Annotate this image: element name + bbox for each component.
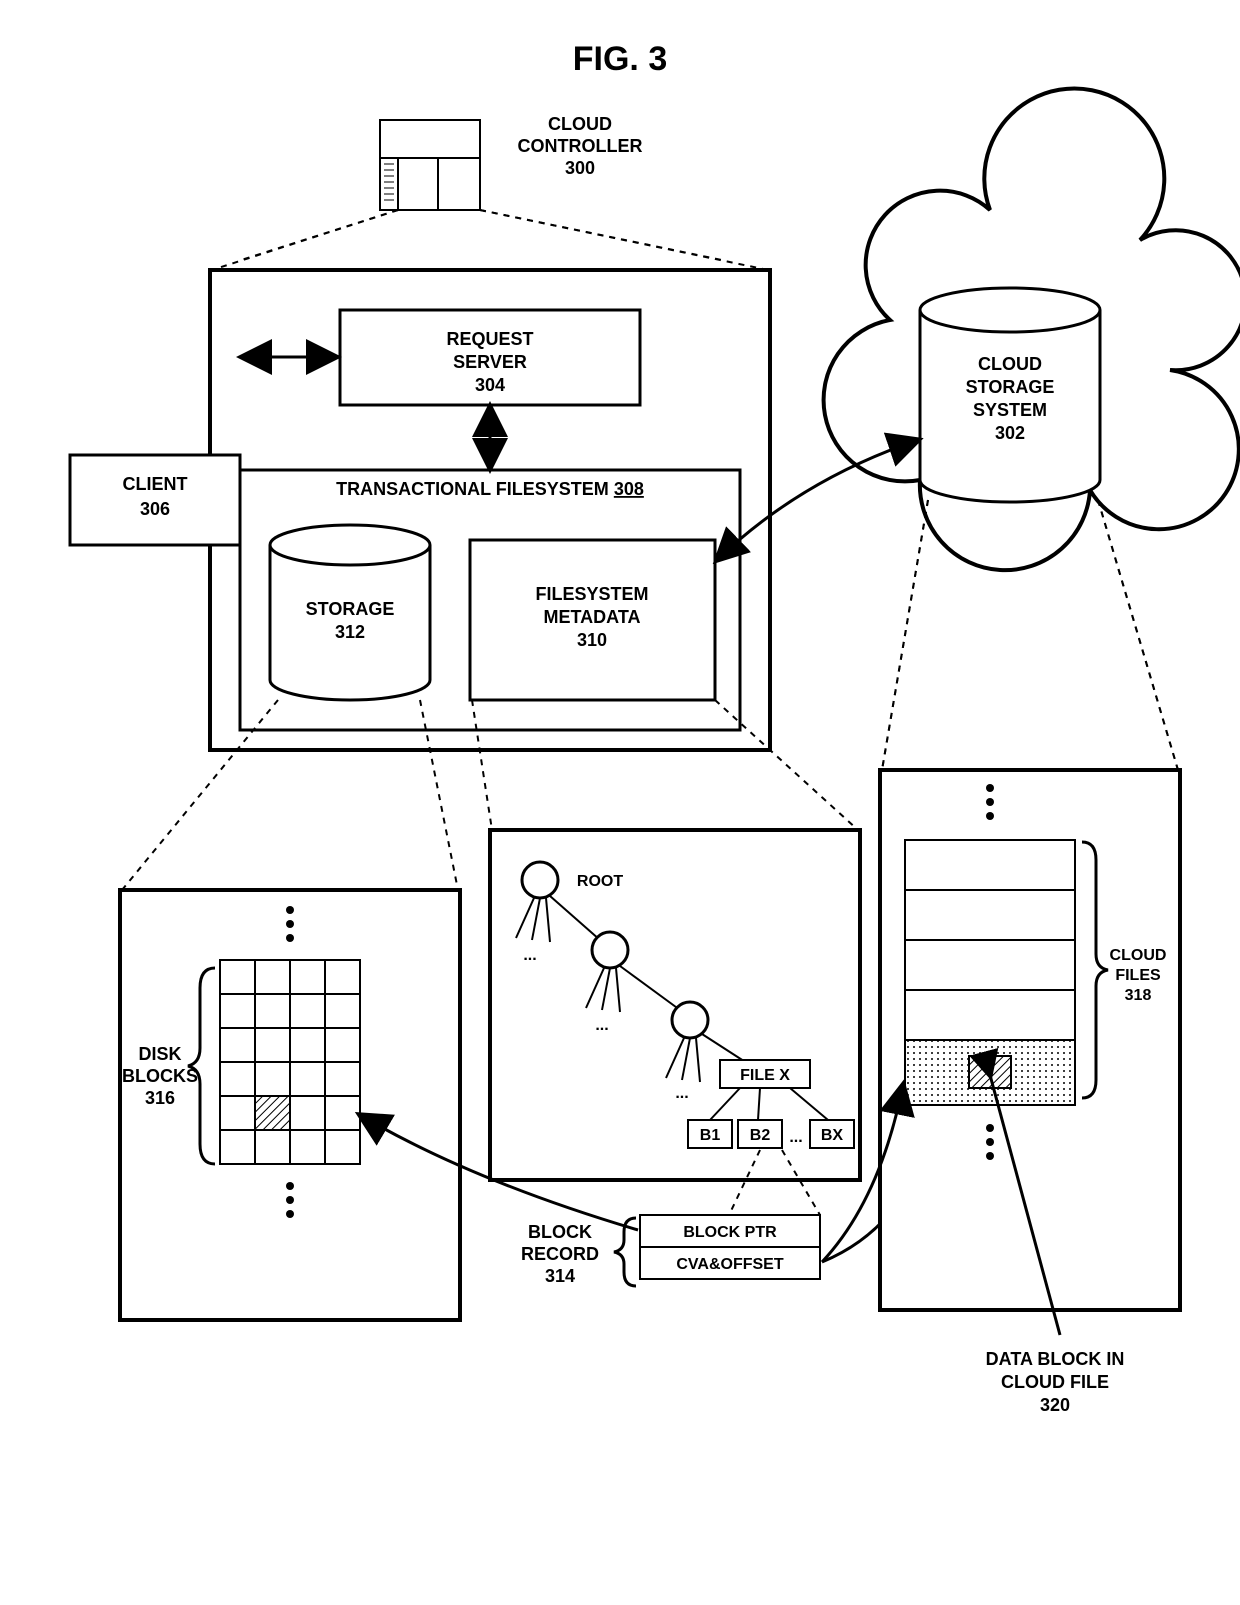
svg-text:STORAGE: STORAGE [306,599,395,619]
svg-text:306: 306 [140,499,170,519]
svg-text:316: 316 [145,1088,175,1108]
svg-text:310: 310 [577,630,607,650]
svg-text:FILESYSTEM: FILESYSTEM [535,584,648,604]
svg-text:SYSTEM: SYSTEM [973,400,1047,420]
svg-text:FILE X: FILE X [740,1067,790,1084]
svg-text:B2: B2 [750,1127,771,1144]
block-record: BLOCK PTR CVA&OFFSET [640,1215,820,1279]
svg-text:312: 312 [335,622,365,642]
cloud-controller-icon [380,120,480,210]
svg-text:...: ... [523,947,536,964]
svg-text:314: 314 [545,1266,575,1286]
svg-text:B1: B1 [700,1127,721,1144]
controller-title1: CLOUD [548,114,612,134]
svg-text:304: 304 [475,375,505,395]
svg-text:BX: BX [821,1127,844,1144]
svg-text:...: ... [789,1129,802,1146]
svg-text:...: ... [675,1085,688,1102]
svg-text:REQUEST: REQUEST [446,329,533,349]
svg-text:STORAGE: STORAGE [966,377,1055,397]
svg-text:DISK: DISK [138,1044,181,1064]
svg-text:TRANSACTIONAL FILESYSTEM 308: TRANSACTIONAL FILESYSTEM 308 [336,479,644,499]
svg-text:...: ... [595,1017,608,1034]
svg-text:CLIENT: CLIENT [123,474,188,494]
svg-text:CLOUD: CLOUD [1110,947,1167,964]
controller-num: 300 [565,158,595,178]
svg-text:320: 320 [1040,1395,1070,1415]
svg-text:ROOT: ROOT [577,873,623,890]
figure-title: FIG. 3 [573,40,667,78]
svg-text:SERVER: SERVER [453,352,527,372]
svg-text:CLOUD FILE: CLOUD FILE [1001,1372,1109,1392]
svg-text:RECORD: RECORD [521,1244,599,1264]
svg-text:METADATA: METADATA [544,607,641,627]
svg-text:FILES: FILES [1115,967,1161,984]
svg-text:DATA BLOCK IN: DATA BLOCK IN [986,1349,1125,1369]
controller-title2: CONTROLLER [518,136,643,156]
svg-text:BLOCK: BLOCK [528,1222,592,1242]
svg-text:BLOCK PTR: BLOCK PTR [683,1224,777,1241]
svg-text:302: 302 [995,423,1025,443]
svg-text:CLOUD: CLOUD [978,354,1042,374]
svg-text:318: 318 [1125,987,1152,1004]
svg-text:BLOCKS: BLOCKS [122,1066,198,1086]
svg-text:CVA&OFFSET: CVA&OFFSET [676,1256,783,1273]
